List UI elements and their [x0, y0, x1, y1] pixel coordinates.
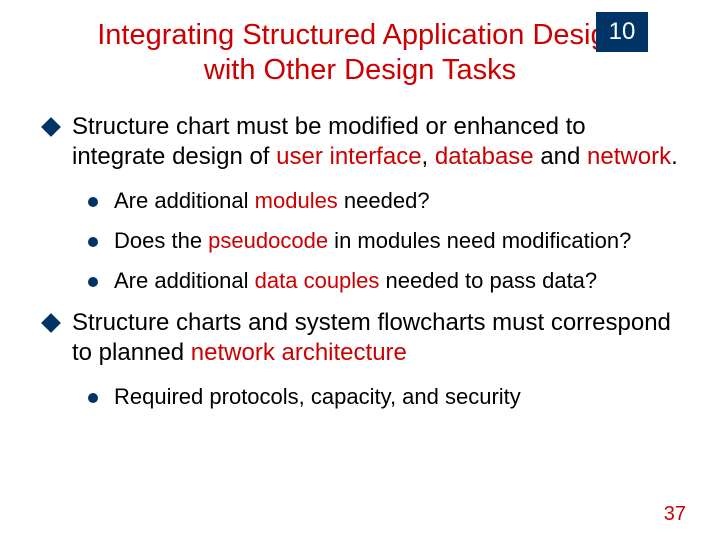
bullet-text: Structure chart must be modified or enha… [72, 112, 680, 173]
highlight: network [587, 143, 671, 170]
page-number: 37 [664, 503, 686, 526]
highlight: user interface [276, 143, 421, 170]
slide-title: Integrating Structured Application Desig… [75, 18, 645, 88]
disc-icon [88, 237, 98, 247]
text: Required protocols, capacity, and securi… [114, 384, 521, 409]
text: . [671, 143, 678, 170]
text: and [534, 143, 587, 170]
highlight: modules [255, 188, 338, 213]
bullet-level1: Structure charts and system flowcharts m… [44, 308, 680, 369]
diamond-icon [41, 313, 61, 333]
bullet-level2: Required protocols, capacity, and securi… [88, 383, 680, 411]
bullet-text: Are additional data couples needed to pa… [114, 267, 680, 295]
bullet-level1: Structure chart must be modified or enha… [44, 112, 680, 173]
bullet-level2: Are additional modules needed? [88, 187, 680, 215]
text: Are additional [114, 268, 255, 293]
bullet-text: Does the pseudocode in modules need modi… [114, 227, 680, 255]
bullet-text: Structure charts and system flowcharts m… [72, 308, 680, 369]
text: , [422, 143, 435, 170]
text: needed? [338, 188, 430, 213]
bullet-text: Are additional modules needed? [114, 187, 680, 215]
highlight: network architecture [191, 339, 407, 366]
text: Does the [114, 228, 208, 253]
bullet-level2: Does the pseudocode in modules need modi… [88, 227, 680, 255]
disc-icon [88, 393, 98, 403]
text: Are additional [114, 188, 255, 213]
slide: 10 Integrating Structured Application De… [0, 0, 720, 540]
text: in modules need modification? [328, 228, 631, 253]
disc-icon [88, 197, 98, 207]
bullet-text: Required protocols, capacity, and securi… [114, 383, 680, 411]
text: needed to pass data? [379, 268, 597, 293]
highlight: pseudocode [208, 228, 328, 253]
diamond-icon [41, 117, 61, 137]
bullet-level2: Are additional data couples needed to pa… [88, 267, 680, 295]
chapter-badge: 10 [596, 12, 648, 52]
disc-icon [88, 277, 98, 287]
highlight: data couples [255, 268, 380, 293]
highlight: database [435, 143, 534, 170]
